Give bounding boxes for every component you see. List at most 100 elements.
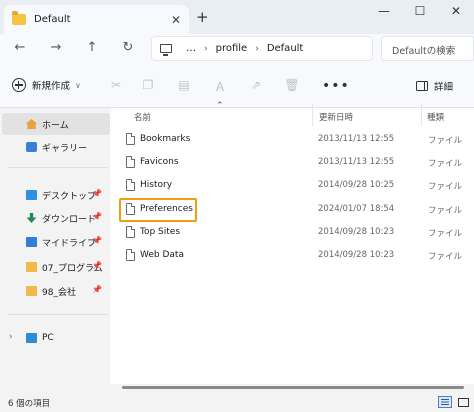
download-icon	[26, 213, 37, 223]
sidebar-item-desktop[interactable]: デスクトップ 📌	[0, 184, 108, 206]
column-header-type[interactable]: 種類	[427, 111, 444, 123]
forward-button[interactable]: →	[46, 40, 66, 55]
file-type: ファイル	[428, 252, 463, 262]
breadcrumb-overflow[interactable]: …	[186, 43, 196, 54]
pc-icon	[26, 333, 37, 343]
sidebar-item-07-program[interactable]: 07_プログラム 📌	[0, 256, 108, 278]
file-name: Web Data	[140, 250, 184, 260]
file-icon	[126, 226, 135, 238]
share-icon[interactable]: ⇗	[247, 78, 265, 94]
more-options-button[interactable]: •••	[322, 78, 350, 94]
column-header-date[interactable]: 更新日時	[319, 111, 353, 123]
new-button-label: 新規作成	[32, 81, 71, 92]
file-name: Top Sites	[140, 227, 181, 237]
file-icon	[126, 249, 135, 261]
sidebar-item-label: ホーム	[42, 120, 69, 131]
folder-icon	[26, 262, 37, 272]
horizontal-scrollbar[interactable]	[122, 386, 464, 389]
sidebar-divider	[8, 314, 108, 315]
file-row[interactable]: Bookmarks 2013/11/13 12:55 ファイル	[118, 129, 474, 151]
status-item-count: 6 個の項目	[8, 399, 51, 409]
plus-icon	[12, 78, 26, 92]
file-name: Favicons	[140, 157, 179, 167]
tiles-view-button[interactable]	[456, 396, 470, 408]
tab-title: Default	[34, 14, 71, 25]
back-button[interactable]: ←	[10, 40, 30, 55]
sidebar-item-label: ダウンロード	[42, 214, 97, 225]
file-icon	[126, 156, 135, 168]
file-row[interactable]: Favicons 2013/11/13 12:55 ファイル	[118, 152, 474, 174]
sidebar-item-label: PC	[42, 333, 54, 343]
column-header-name[interactable]: 名前	[134, 111, 151, 123]
file-name: Bookmarks	[140, 134, 191, 144]
file-type: ファイル	[428, 182, 463, 192]
column-divider[interactable]	[312, 104, 313, 126]
file-type: ファイル	[428, 229, 463, 239]
maximize-button[interactable]: ☐	[402, 4, 438, 24]
file-date: 2024/01/07 18:54	[318, 204, 395, 214]
file-type: ファイル	[428, 136, 463, 146]
new-tab-button[interactable]: +	[196, 8, 209, 26]
details-button[interactable]: 詳細	[416, 79, 453, 93]
rename-icon[interactable]: Ａ	[211, 78, 229, 94]
file-date: 2014/09/28 10:25	[318, 180, 395, 190]
file-type: ファイル	[428, 206, 463, 216]
column-divider[interactable]	[421, 104, 422, 126]
file-date: 2013/11/13 12:55	[318, 157, 395, 167]
home-icon	[26, 119, 37, 129]
highlight-box	[119, 198, 197, 222]
chevron-right-icon: ›	[255, 43, 259, 54]
details-view-button[interactable]	[438, 396, 452, 408]
delete-icon[interactable]: 🗑	[283, 78, 301, 94]
sidebar-item-my-drive[interactable]: マイドライブ 📌	[0, 231, 108, 253]
pin-icon[interactable]: 📌	[92, 236, 102, 245]
pin-icon[interactable]: 📌	[92, 261, 102, 270]
drive-icon	[26, 237, 37, 247]
tab-close-icon[interactable]: ✕	[171, 13, 181, 27]
sidebar-item-label: ギャラリー	[42, 143, 88, 154]
file-row[interactable]: History 2014/09/28 10:25 ファイル	[118, 175, 474, 197]
file-row[interactable]: Web Data 2014/09/28 10:23 ファイル	[118, 245, 474, 267]
sidebar-item-label: 98_会社	[42, 287, 76, 298]
file-name: History	[140, 180, 173, 190]
desktop-icon	[26, 190, 37, 200]
close-button[interactable]: ✕	[438, 4, 474, 24]
up-button[interactable]: ↑	[82, 40, 102, 55]
minimize-button[interactable]: —	[366, 4, 402, 24]
sidebar-item-home[interactable]: ホーム	[2, 113, 110, 135]
pin-icon[interactable]: 📌	[92, 212, 102, 221]
file-row[interactable]: Top Sites 2014/09/28 10:23 ファイル	[118, 222, 474, 244]
folder-icon	[26, 286, 37, 296]
address-bar[interactable]: … › profile › Default	[151, 36, 373, 61]
copy-icon[interactable]: ❐	[139, 78, 157, 94]
sidebar-item-98-company[interactable]: 98_会社 📌	[0, 280, 108, 302]
tab-default[interactable]: Default ✕	[4, 5, 189, 34]
folder-icon	[12, 11, 26, 25]
new-button[interactable]: 新規作成 ∨	[12, 78, 81, 92]
sidebar-item-gallery[interactable]: ギャラリー	[0, 136, 108, 158]
gallery-icon	[26, 142, 37, 152]
sidebar-divider	[8, 167, 108, 168]
monitor-icon	[160, 44, 172, 56]
chevron-down-icon: ∨	[75, 80, 81, 90]
refresh-button[interactable]: ↻	[118, 40, 138, 55]
sort-up-icon: ⌃	[216, 101, 224, 111]
chevron-right-icon: ›	[204, 43, 208, 54]
breadcrumb-default[interactable]: Default	[267, 43, 304, 54]
details-label: 詳細	[434, 82, 454, 93]
sidebar-item-label: マイドライブ	[42, 238, 97, 249]
file-date: 2014/09/28 10:23	[318, 227, 395, 237]
file-icon	[126, 133, 135, 145]
sidebar-item-pc[interactable]: PC	[0, 327, 108, 349]
pin-icon[interactable]: 📌	[92, 189, 102, 198]
sidebar-item-downloads[interactable]: ダウンロード 📌	[0, 207, 108, 229]
paste-icon[interactable]: ▤	[175, 78, 193, 94]
breadcrumb-profile[interactable]: profile	[216, 43, 248, 54]
file-icon	[126, 179, 135, 191]
search-input[interactable]: Defaultの検索	[381, 36, 474, 61]
file-type: ファイル	[428, 159, 463, 169]
file-date: 2013/11/13 12:55	[318, 134, 395, 144]
pin-icon[interactable]: 📌	[92, 285, 102, 294]
file-date: 2014/09/28 10:23	[318, 250, 395, 260]
cut-icon[interactable]: ✂	[107, 78, 125, 94]
